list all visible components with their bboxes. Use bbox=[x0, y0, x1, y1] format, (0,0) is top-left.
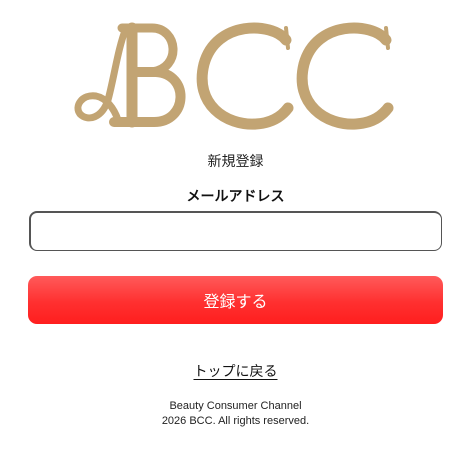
footer: Beauty Consumer Channel 2026 BCC. All ri… bbox=[0, 399, 471, 429]
email-label: メールアドレス bbox=[186, 189, 285, 205]
register-button[interactable]: 登録する bbox=[28, 276, 443, 324]
email-field[interactable] bbox=[29, 211, 442, 251]
footer-site-name: Beauty Consumer Channel bbox=[169, 400, 302, 412]
back-link-container: トップに戻る bbox=[0, 361, 471, 381]
back-to-top-link[interactable]: トップに戻る bbox=[194, 364, 278, 380]
bcc-logo bbox=[74, 18, 396, 130]
footer-copyright: 2026 BCC. All rights reserved. bbox=[161, 415, 310, 427]
page-title: 新規登録 bbox=[207, 154, 264, 170]
